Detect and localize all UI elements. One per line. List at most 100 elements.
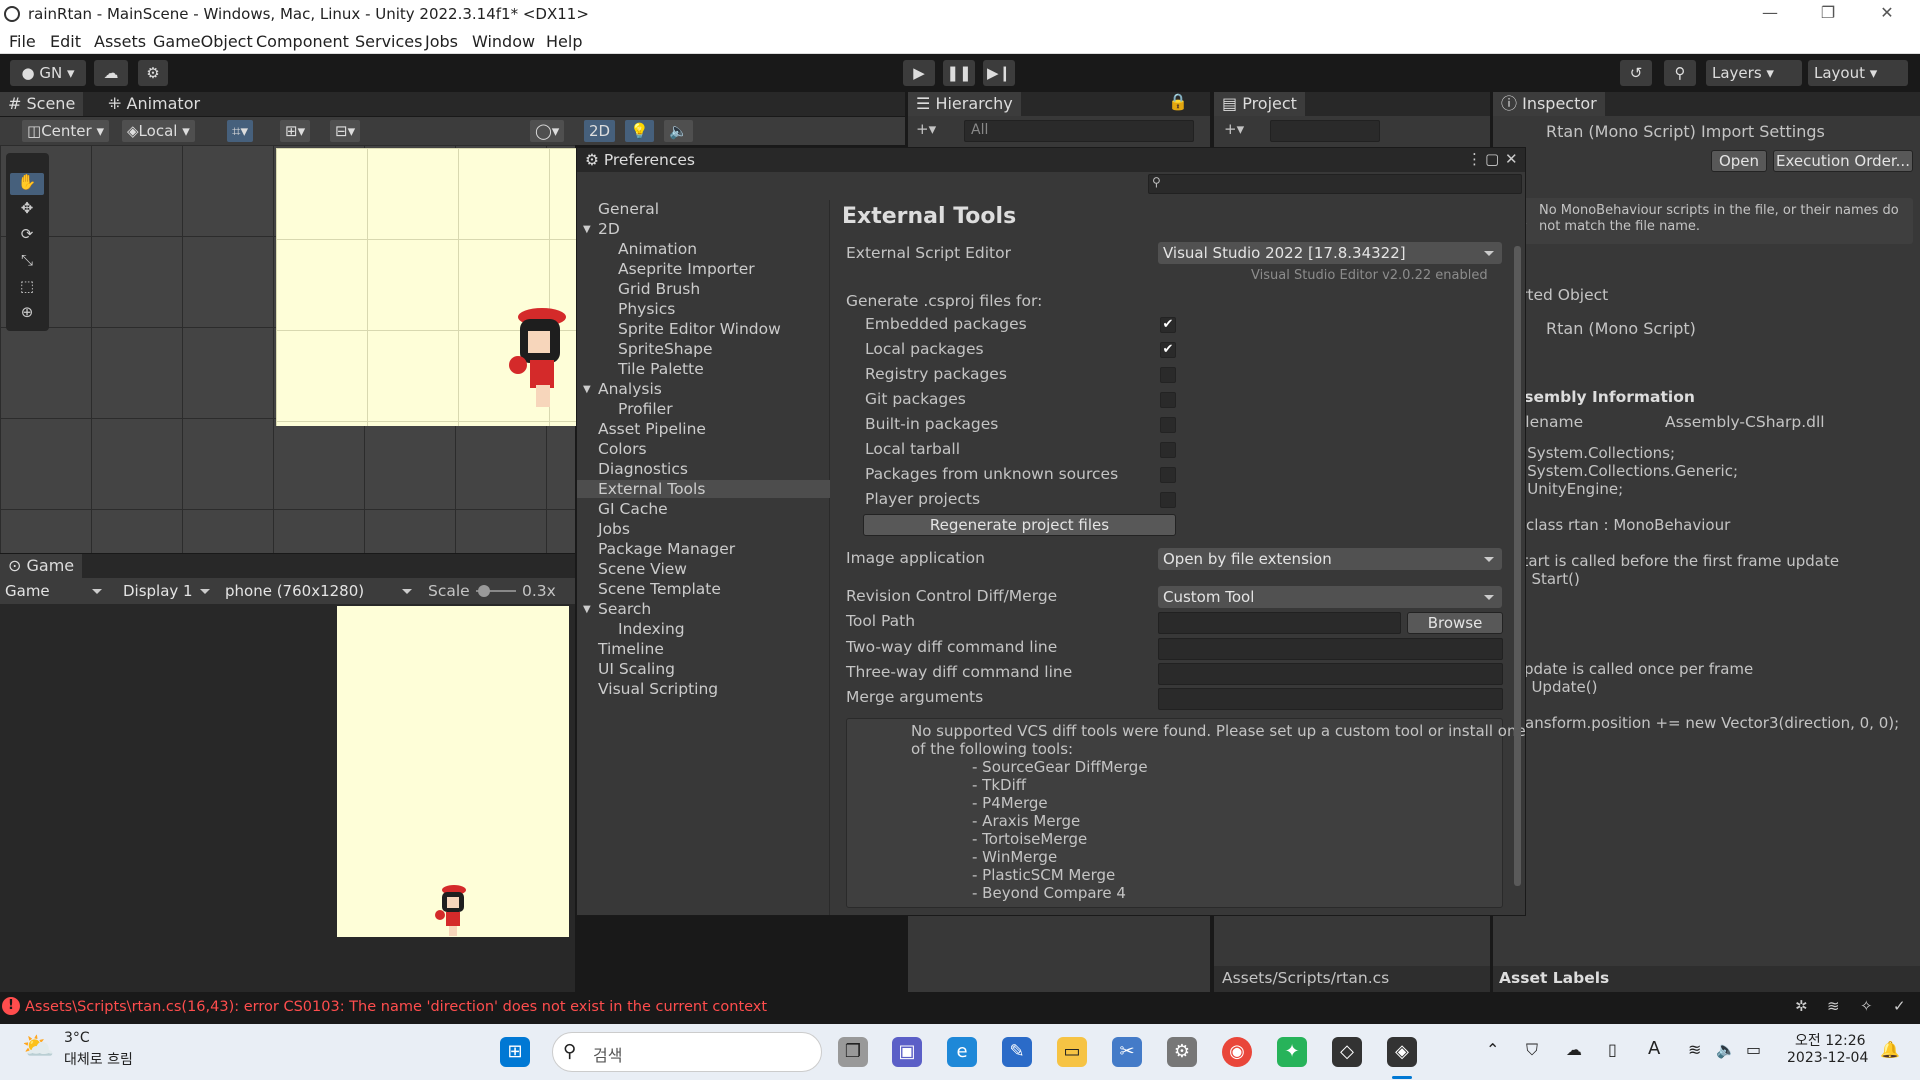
pref-category-profiler[interactable]: Profiler bbox=[618, 400, 673, 418]
restore-icon[interactable]: ❐ bbox=[1813, 3, 1843, 22]
menu-jobs[interactable]: Jobs bbox=[425, 32, 458, 51]
tab-scene[interactable]: # Scene bbox=[0, 92, 84, 116]
taskbar-search-input[interactable]: ⚲ 검색 bbox=[552, 1032, 822, 1072]
snipping-icon[interactable]: ✂ bbox=[1112, 1037, 1142, 1067]
minimize-icon[interactable]: — bbox=[1755, 3, 1785, 22]
hand-tool-icon[interactable]: ✋ bbox=[10, 173, 44, 195]
regenerate-button[interactable]: Regenerate project files bbox=[863, 514, 1176, 536]
package-checkbox[interactable] bbox=[1160, 392, 1176, 408]
expand-arrow-icon[interactable]: ▼ bbox=[583, 224, 591, 235]
package-checkbox[interactable]: ✔ bbox=[1160, 342, 1176, 358]
search-icon[interactable]: ⚲ bbox=[1664, 60, 1696, 86]
menu-assets[interactable]: Assets bbox=[94, 32, 146, 51]
unity-icon[interactable]: ◇ bbox=[1332, 1037, 1362, 1067]
open-button[interactable]: Open bbox=[1711, 150, 1767, 172]
notification-icon[interactable]: 🔔 bbox=[1880, 1040, 1900, 1059]
toggle-2d-button[interactable]: 2D bbox=[584, 120, 616, 142]
expand-arrow-icon[interactable]: ▼ bbox=[583, 384, 591, 395]
pref-category-analysis[interactable]: Analysis bbox=[598, 380, 662, 398]
execution-order-button[interactable]: Execution Order... bbox=[1773, 150, 1913, 172]
preferences-search-input[interactable]: ⚲ bbox=[1148, 174, 1522, 194]
clock-time[interactable]: 오전 12:26 bbox=[1795, 1030, 1866, 1050]
pref-category-sprite-editor-window[interactable]: Sprite Editor Window bbox=[618, 320, 781, 338]
start-icon[interactable]: ⊞ bbox=[500, 1037, 530, 1067]
image-app-dropdown[interactable]: Open by file extension bbox=[1158, 548, 1502, 570]
merge-args-input[interactable] bbox=[1158, 688, 1503, 710]
volume-icon[interactable]: 🔈 bbox=[1716, 1040, 1736, 1059]
pref-category-animation[interactable]: Animation bbox=[618, 240, 697, 258]
pref-category-asset-pipeline[interactable]: Asset Pipeline bbox=[598, 420, 706, 438]
pref-category-spriteshape[interactable]: SpriteShape bbox=[618, 340, 713, 358]
script-editor-dropdown[interactable]: Visual Studio 2022 [17.8.34322] bbox=[1158, 242, 1502, 264]
lighting-icon[interactable]: 💡 bbox=[625, 120, 654, 142]
layout-dropdown[interactable]: Layout ▾ bbox=[1808, 60, 1908, 86]
history-icon[interactable]: ↺ bbox=[1620, 60, 1652, 86]
menu-edit[interactable]: Edit bbox=[50, 32, 81, 51]
menu-help[interactable]: Help bbox=[546, 32, 582, 51]
rect-tool-icon[interactable]: ⬚ bbox=[10, 277, 44, 299]
increment-snap-icon[interactable]: ⊟▾ bbox=[330, 120, 361, 142]
collab-icon[interactable]: ⚙ bbox=[138, 60, 168, 86]
pref-category-gi-cache[interactable]: GI Cache bbox=[598, 500, 668, 518]
display-dropdown[interactable]: Display 1 bbox=[118, 580, 218, 602]
package-checkbox[interactable] bbox=[1160, 367, 1176, 383]
tool-path-input[interactable] bbox=[1158, 612, 1401, 634]
revision-dropdown[interactable]: Custom Tool bbox=[1158, 586, 1502, 608]
layers-dropdown[interactable]: Layers ▾ bbox=[1706, 60, 1802, 86]
notes-icon[interactable]: ✎ bbox=[1002, 1037, 1032, 1067]
package-checkbox[interactable] bbox=[1160, 467, 1176, 483]
menu-file[interactable]: File bbox=[9, 32, 36, 51]
menu-component[interactable]: Component bbox=[256, 32, 349, 51]
rotate-tool-icon[interactable]: ⟳ bbox=[10, 225, 44, 247]
package-checkbox[interactable] bbox=[1160, 492, 1176, 508]
pref-category-indexing[interactable]: Indexing bbox=[618, 620, 685, 638]
audio-icon[interactable]: 🔈 bbox=[664, 120, 693, 142]
scale-tool-icon[interactable]: ⤡ bbox=[10, 251, 44, 273]
tab-animator[interactable]: ⁜ Animator bbox=[100, 92, 208, 116]
pref-category-physics[interactable]: Physics bbox=[618, 300, 675, 318]
layers-status-icon[interactable]: ≋ bbox=[1827, 997, 1840, 1015]
transform-tool-icon[interactable]: ⊕ bbox=[10, 303, 44, 325]
pref-category-ui-scaling[interactable]: UI Scaling bbox=[598, 660, 675, 678]
game-view-dropdown[interactable]: Game bbox=[0, 580, 110, 602]
project-search-input[interactable] bbox=[1270, 120, 1380, 142]
menu-gameobject[interactable]: GameObject bbox=[153, 32, 253, 51]
hierarchy-search-input[interactable]: All bbox=[964, 120, 1194, 142]
lock-icon[interactable]: 🔒 bbox=[1168, 92, 1188, 111]
usb-icon[interactable]: ▯ bbox=[1608, 1040, 1617, 1059]
preferences-close-icon[interactable]: ✕ bbox=[1505, 150, 1518, 168]
pref-category-external-tools[interactable]: External Tools bbox=[577, 480, 830, 498]
debug-icon[interactable]: ✲ bbox=[1795, 997, 1808, 1015]
three-way-input[interactable] bbox=[1158, 663, 1503, 685]
package-checkbox[interactable] bbox=[1160, 417, 1176, 433]
resolution-dropdown[interactable]: phone (760x1280) bbox=[220, 580, 420, 602]
package-checkbox[interactable]: ✔ bbox=[1160, 317, 1176, 333]
pause-icon[interactable]: ❚❚ bbox=[943, 60, 975, 86]
grid-snap-icon[interactable]: ⊞▾ bbox=[280, 120, 311, 142]
close-icon[interactable]: ✕ bbox=[1872, 3, 1902, 22]
wifi-icon[interactable]: ≋ bbox=[1688, 1040, 1701, 1059]
menu-services[interactable]: Services bbox=[355, 32, 422, 51]
pref-category-diagnostics[interactable]: Diagnostics bbox=[598, 460, 688, 478]
edge-icon[interactable]: e bbox=[947, 1037, 977, 1067]
pref-category-package-manager[interactable]: Package Manager bbox=[598, 540, 735, 558]
settings-icon[interactable]: ⚙ bbox=[1167, 1037, 1197, 1067]
check-icon[interactable]: ✓ bbox=[1893, 997, 1906, 1015]
chrome-icon[interactable]: ◉ bbox=[1222, 1037, 1252, 1067]
tab-hierarchy[interactable]: ☰ Hierarchy bbox=[908, 92, 1021, 116]
preferences-scrollbar[interactable] bbox=[1514, 246, 1521, 886]
play-icon[interactable]: ▶ bbox=[903, 60, 935, 86]
cloud-icon[interactable]: ☁ bbox=[94, 60, 128, 86]
error-message[interactable]: Assets\Scripts\rtan.cs(16,43): error CS0… bbox=[25, 999, 767, 1015]
pref-category-aseprite-importer[interactable]: Aseprite Importer bbox=[618, 260, 755, 278]
pref-category-general[interactable]: General bbox=[598, 200, 659, 218]
add-icon[interactable]: +▾ bbox=[916, 120, 936, 138]
scale-slider-thumb[interactable] bbox=[478, 585, 490, 597]
tab-game[interactable]: ⊙ Game bbox=[0, 554, 83, 578]
file-explorer-icon[interactable]: ▭ bbox=[1057, 1037, 1087, 1067]
tray-chevron-icon[interactable]: ⌃ bbox=[1486, 1040, 1499, 1059]
rtan-sprite-icon[interactable] bbox=[500, 305, 570, 425]
space-dropdown[interactable]: ◈Local ▾ bbox=[122, 120, 195, 142]
account-button[interactable]: ● GN ▾ bbox=[10, 60, 86, 86]
unity-hub-icon[interactable]: ✦ bbox=[1277, 1037, 1307, 1067]
